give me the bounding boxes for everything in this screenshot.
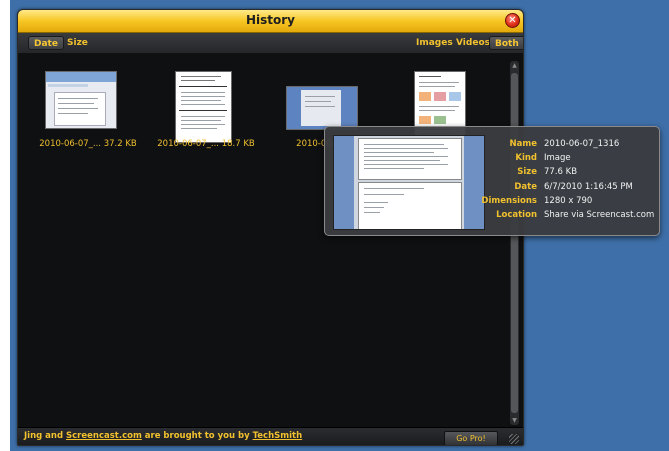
filter-both-button[interactable]: Both (489, 36, 523, 50)
tooltip-key: Name (509, 139, 537, 149)
vertical-scrollbar[interactable]: ▲ ▼ (510, 61, 519, 425)
history-grid: 2010-06-07_... 37.2 KB 2010-06-07_... 18… (18, 54, 523, 427)
scroll-down-arrow-icon[interactable]: ▼ (510, 416, 519, 425)
tooltip-row-kind: Kind Image (325, 153, 659, 167)
tooltip-key: Dimensions (481, 196, 537, 206)
thumbnail-image (175, 71, 232, 143)
sort-size-button[interactable]: Size (62, 36, 93, 50)
thumbnail-image (286, 86, 358, 130)
footer-bar: Jing and Screencast.com are brought to y… (18, 427, 523, 445)
tooltip-key: Date (514, 182, 537, 192)
history-item[interactable]: 2010-06-07_... 37.2 KB (33, 54, 143, 164)
footer-text-mid: are brought to you by (141, 431, 253, 441)
footer-text-pre: Jing and (24, 431, 67, 441)
resize-grip-icon[interactable] (509, 434, 519, 444)
desktop-edge (0, 0, 10, 451)
window-title: History (245, 13, 296, 27)
screencast-link[interactable]: Screencast.com (66, 431, 142, 441)
tooltip-value: 77.6 KB (544, 167, 578, 177)
tooltip-key: Size (517, 167, 537, 177)
close-icon[interactable]: ✕ (505, 13, 520, 28)
go-pro-button[interactable]: Go Pro! (444, 431, 498, 445)
toolbar: Date Size Images Videos Both (18, 33, 523, 54)
tooltip-row-size: Size 77.6 KB (325, 167, 659, 181)
tooltip-row-name: Name 2010-06-07_1316 (325, 139, 659, 153)
history-item[interactable]: 2010-06-07_... 18.7 KB (151, 54, 261, 164)
tooltip-row-location: Location Share via Screencast.com (325, 210, 659, 224)
item-info-tooltip: Name 2010-06-07_1316 Kind Image Size 77.… (324, 126, 660, 236)
tooltip-row-dimensions: Dimensions 1280 x 790 (325, 196, 659, 210)
tooltip-value: 2010-06-07_1316 (544, 139, 620, 149)
tooltip-value: 1280 x 790 (544, 196, 593, 206)
tooltip-key: Location (496, 210, 537, 220)
tooltip-key: Kind (515, 153, 537, 163)
tooltip-row-date: Date 6/7/2010 1:16:45 PM (325, 182, 659, 196)
tooltip-value: 6/7/2010 1:16:45 PM (544, 182, 633, 192)
techsmith-link[interactable]: TechSmith (253, 431, 303, 441)
scroll-up-arrow-icon[interactable]: ▲ (510, 61, 519, 70)
footer-credit: Jing and Screencast.com are brought to y… (24, 431, 302, 441)
title-bar[interactable]: History ✕ (18, 10, 523, 33)
tooltip-value: Image (544, 153, 571, 163)
scroll-thumb[interactable] (511, 73, 518, 413)
thumbnail-image (45, 71, 117, 129)
tooltip-value: Share via Screencast.com (544, 210, 655, 220)
sort-date-button[interactable]: Date (28, 36, 64, 50)
